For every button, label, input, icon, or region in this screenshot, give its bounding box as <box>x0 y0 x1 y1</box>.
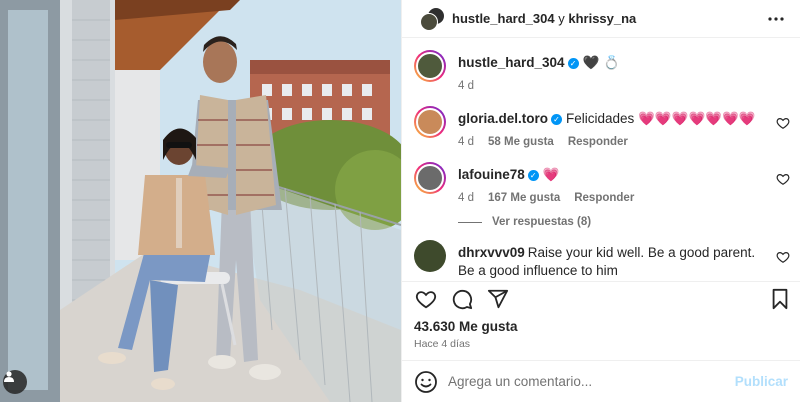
post-header: hustle_hard_304 y khrissy_na <box>402 0 800 38</box>
post-time[interactable]: Hace 4 días <box>402 334 800 360</box>
verified-badge-icon: ✓ <box>567 58 579 69</box>
post-comment-button[interactable]: Publicar <box>735 374 788 389</box>
author-link[interactable]: khrissy_na <box>568 11 636 26</box>
comments-list[interactable]: hustle_hard_304 ✓ 🖤 💍 4 d gloria.del.toro ✓… <box>402 38 800 281</box>
like-button[interactable] <box>414 287 438 311</box>
post-caption: hustle_hard_304 ✓ 🖤 💍 4 d <box>414 50 790 92</box>
collab-avatars[interactable] <box>420 6 445 31</box>
post-actions <box>402 281 800 315</box>
avatar[interactable] <box>414 162 446 194</box>
bookmark-icon <box>772 288 788 309</box>
comment-time[interactable]: 4 d <box>458 192 474 204</box>
comment-username[interactable]: lafouine78 <box>458 167 525 182</box>
verified-badge-icon: ✓ <box>527 170 539 181</box>
post-photo[interactable] <box>0 0 401 402</box>
avatar[interactable] <box>414 50 446 82</box>
replies-divider <box>458 221 482 223</box>
comment-likes[interactable]: 58 Me gusta <box>488 136 554 148</box>
authors-joiner: y <box>558 11 565 26</box>
more-options-button[interactable] <box>764 7 788 31</box>
photo-illustration <box>0 0 401 402</box>
heart-icon <box>415 290 437 308</box>
comment-text: 💗 <box>542 167 560 182</box>
user-icon <box>4 371 14 382</box>
heart-outline-icon[interactable] <box>776 116 790 130</box>
caption-time[interactable]: 4 d <box>458 80 474 92</box>
comment-likes[interactable]: 167 Me gusta <box>488 192 560 204</box>
comment-bubble-icon <box>452 289 473 309</box>
share-button[interactable] <box>486 287 510 311</box>
comment-item: lafouine78 ✓ 💗 4 d 167 Me gusta Responder <box>414 162 790 204</box>
verified-badge-icon: ✓ <box>551 114 563 125</box>
comment-text: Felicidades 💗💗💗💗💗💗💗 <box>566 111 756 126</box>
save-button[interactable] <box>768 287 792 311</box>
comment-button[interactable] <box>450 287 474 311</box>
reply-button[interactable]: Responder <box>568 136 628 148</box>
reply-button[interactable]: Responder <box>574 192 634 204</box>
comment-item: dhrxvvv09 Raise your kid well. Be a good … <box>414 240 790 280</box>
comment-item: gloria.del.toro ✓ Felicidades 💗💗💗💗💗💗💗 4 d … <box>414 106 790 148</box>
author-link[interactable]: hustle_hard_304 <box>452 11 555 26</box>
more-dots-icon <box>768 16 784 21</box>
comment-username[interactable]: dhrxvvv09 <box>458 245 525 260</box>
likes-count[interactable]: 43.630 Me gusta <box>402 315 800 334</box>
post-authors: hustle_hard_304 y khrissy_na <box>452 11 764 26</box>
comment-composer: Publicar <box>402 360 800 402</box>
comment-input[interactable] <box>448 374 735 389</box>
view-replies-button[interactable]: Ver respuestas (8) <box>458 216 790 228</box>
heart-outline-icon[interactable] <box>776 250 790 264</box>
tagged-users-button[interactable] <box>3 370 27 394</box>
avatar[interactable] <box>414 240 446 272</box>
emoji-icon[interactable] <box>414 370 438 394</box>
caption-username[interactable]: hustle_hard_304 <box>458 55 565 70</box>
heart-outline-icon[interactable] <box>776 172 790 186</box>
avatar[interactable] <box>414 106 446 138</box>
paper-plane-icon <box>487 289 509 308</box>
view-replies-label: Ver respuestas (8) <box>492 216 592 228</box>
post-side-panel: hustle_hard_304 y khrissy_na hustle_hard… <box>401 0 800 402</box>
avatar <box>420 12 438 31</box>
caption-text: 🖤 💍 <box>582 55 620 70</box>
comment-time[interactable]: 4 d <box>458 136 474 148</box>
comment-username[interactable]: gloria.del.toro <box>458 111 548 126</box>
